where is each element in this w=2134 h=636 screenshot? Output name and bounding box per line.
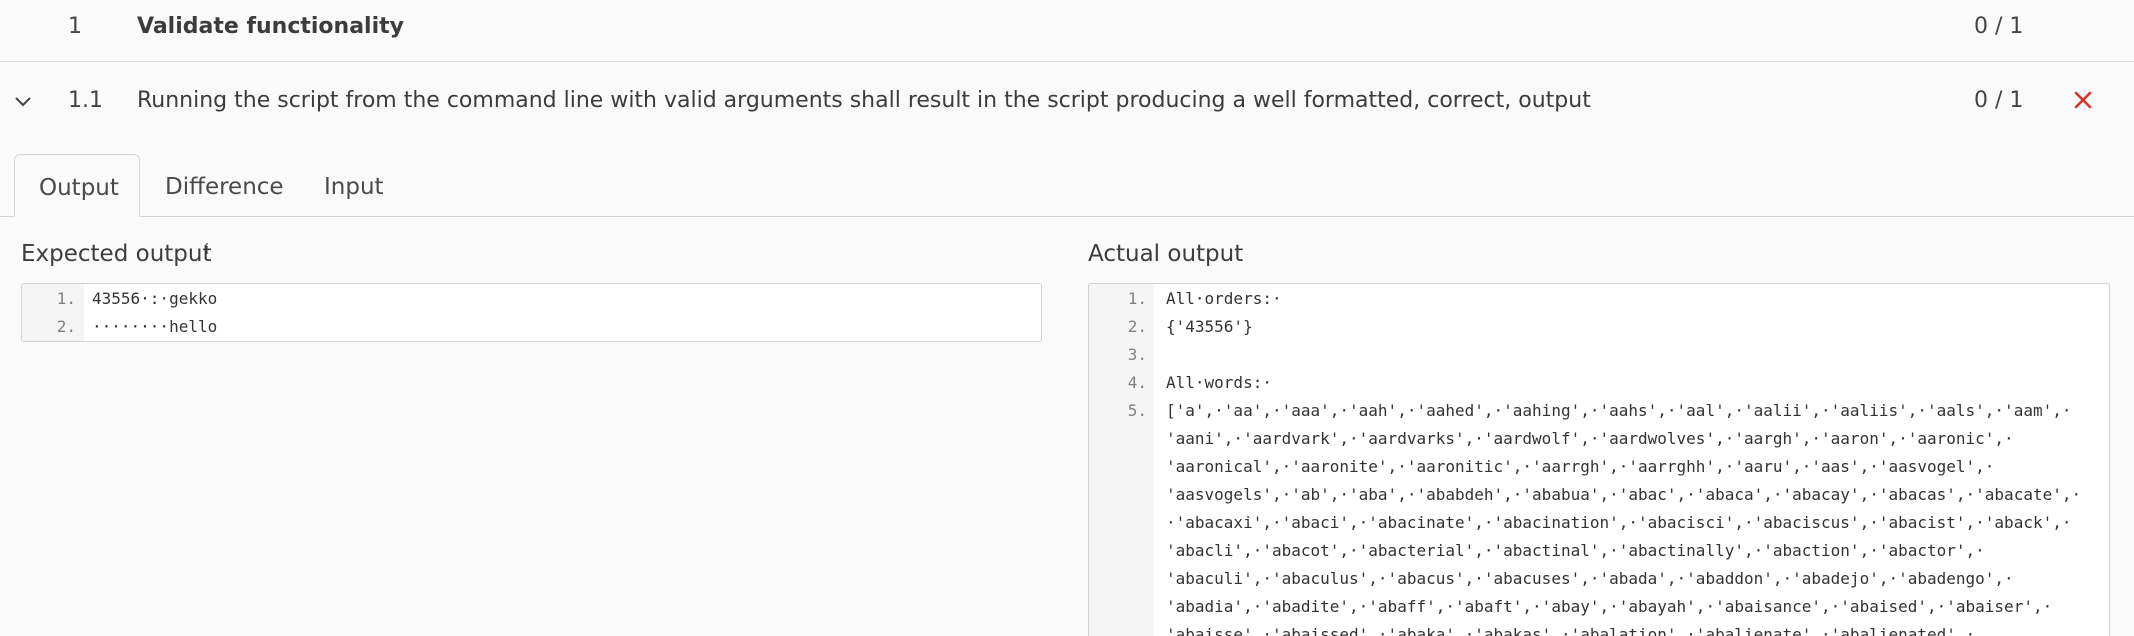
line-number: 4. [1127,373,1147,392]
test-number: 1.1 [68,88,103,113]
code-line-wrap: 'abadia',·'abadite',·'abaff',·'abaft',·'… [1166,597,2053,616]
line-number: 2. [56,317,76,336]
actual-output-label: Actual output [1088,241,1244,267]
code-line-wrap: 'aasvogels',·'ab',·'aba',·'ababdeh',·'ab… [1166,485,2082,504]
code-line: ['a',·'aa',·'aaa',·'aah',·'aahed',·'aahi… [1166,401,2072,420]
code-line: ········hello [92,317,218,336]
tab-difference[interactable]: Difference [141,154,308,217]
test-score: 0 / 1 [1974,88,2024,113]
line-number: 1. [56,289,76,308]
line-number: 5. [1127,401,1147,420]
code-line: All·words:· [1166,373,1272,392]
line-number-gutter [1089,284,1154,636]
close-icon[interactable] [2072,89,2094,111]
info-icon[interactable]: i [205,242,209,258]
test-title: Running the script from the command line… [137,88,1591,113]
line-number: 2. [1127,317,1147,336]
tab-bar: Output Difference Input [0,154,2134,217]
group-title: Validate functionality [137,14,404,39]
tab-input[interactable]: Input [300,154,408,217]
line-number: 3. [1127,345,1147,364]
line-number: 1. [1127,289,1147,308]
code-line: 43556·:·gekko [92,289,218,308]
code-line: All·orders:· [1166,289,1282,308]
code-line-wrap: 'abaculi',·'abaculus',·'abacus',·'abacus… [1166,569,2014,588]
test-row[interactable]: 1.1 Running the script from the command … [0,63,2134,143]
code-line-wrap: 'aaronical',·'aaronite',·'aaronitic',·'a… [1166,457,1995,476]
code-line-wrap: 'aani',·'aardvark',·'aardvarks',·'aardwo… [1166,429,2014,448]
code-line-wrap: 'abaisse',·'abaissed',·'abaka',·'abakas'… [1166,625,1976,636]
group-number: 1 [68,14,82,39]
group-row: 1 Validate functionality 0 / 1 [0,0,2134,62]
group-score: 0 / 1 [1974,14,2024,39]
code-line-wrap: 'abacli',·'abacot',·'abacterial',·'abact… [1166,541,1985,560]
expected-output-label: Expected output [21,241,212,267]
expected-output-editor[interactable]: 1. 43556·:·gekko 2. ········hello [21,283,1042,342]
code-line: {'43556'} [1166,317,1253,336]
chevron-down-icon[interactable] [14,92,32,110]
tab-output[interactable]: Output [14,154,140,217]
code-line-wrap: ·'abacaxi',·'abaci',·'abacinate',·'abaci… [1166,513,2072,532]
actual-output-editor[interactable]: 1. All·orders:· 2. {'43556'} 3. 4. All·w… [1088,283,2110,636]
